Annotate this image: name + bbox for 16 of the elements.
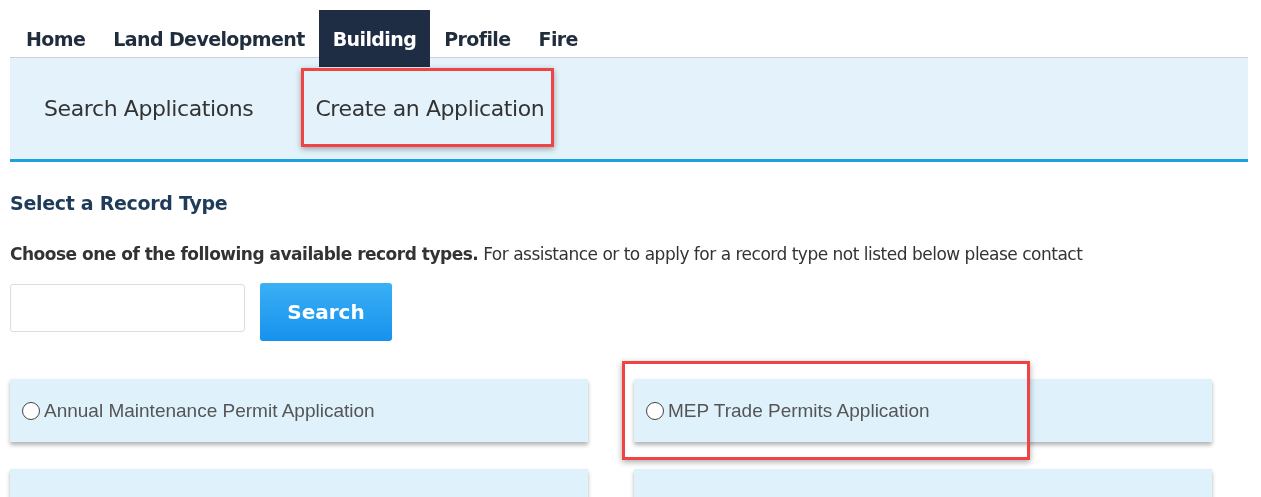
- nav-tab[interactable]: Land Development: [99, 10, 319, 67]
- radio-button[interactable]: [22, 401, 40, 420]
- record-type-card[interactable]: MEP Trade Permits Application: [634, 379, 1212, 442]
- section-title: Select a Record Type: [10, 192, 229, 214]
- nav-tab[interactable]: Fire: [524, 10, 592, 67]
- nav-tab[interactable]: Profile: [430, 10, 525, 67]
- record-type-card[interactable]: Annual Maintenance Permit Application: [10, 379, 588, 442]
- record-type-label: Annual Maintenance Permit Application: [44, 399, 375, 422]
- instructions-text: Choose one of the following available record types. For assistance or to apply for a record type not listed below please contact: [10, 244, 1084, 264]
- radio-button[interactable]: [646, 401, 664, 420]
- nav-tab[interactable]: Building: [318, 10, 431, 67]
- subnav-link[interactable]: Search Applications: [44, 96, 254, 121]
- subnav-link[interactable]: Create an Application: [315, 96, 545, 121]
- search-field[interactable]: [10, 284, 245, 332]
- record-type-label: MEP Trade Permits Application: [668, 399, 930, 422]
- nav-tab[interactable]: Home: [12, 10, 100, 67]
